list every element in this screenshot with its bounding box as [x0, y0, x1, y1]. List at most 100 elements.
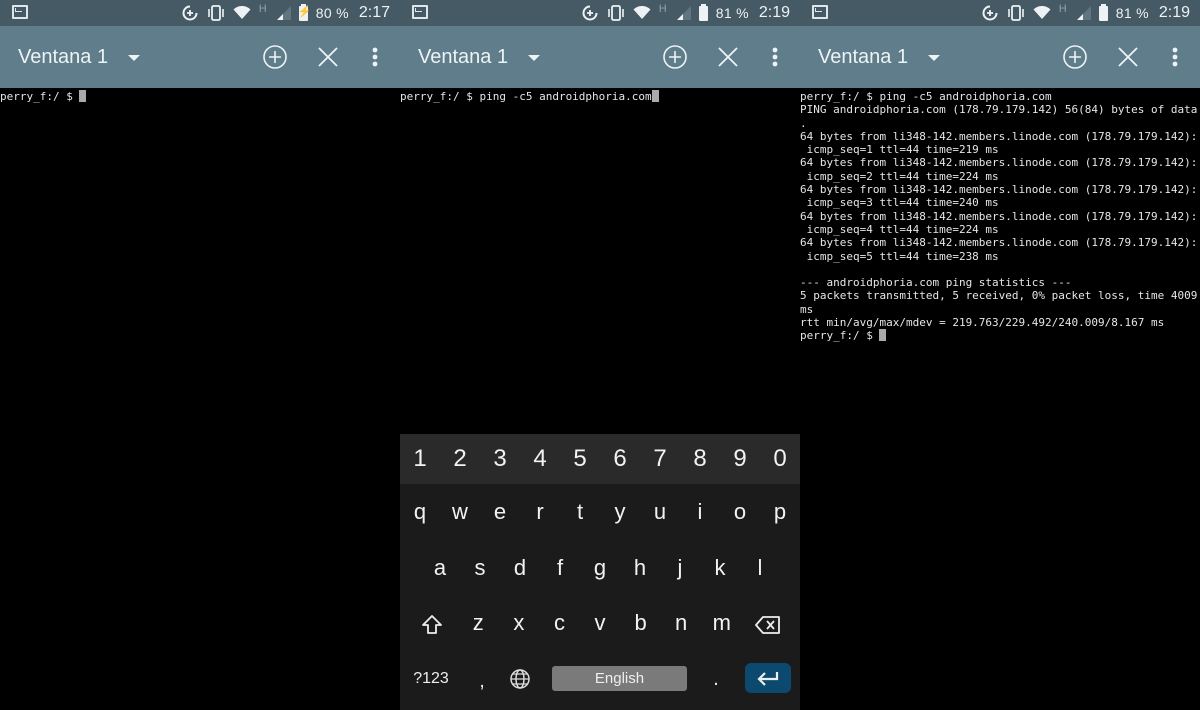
key-m[interactable]: m: [701, 597, 742, 649]
terminal-line-text: 64 bytes from li348-142.members.linode.c…: [800, 236, 1198, 250]
key-c[interactable]: c: [539, 597, 580, 649]
key-g[interactable]: g: [580, 542, 620, 594]
key-b[interactable]: b: [620, 597, 661, 649]
key-d[interactable]: d: [500, 542, 540, 594]
battery-icon: [698, 3, 708, 21]
key-z[interactable]: z: [458, 597, 499, 649]
language-key[interactable]: [506, 664, 534, 694]
key-5[interactable]: 5: [560, 434, 600, 484]
terminal-line-text: 64 bytes from li348-142.members.linode.c…: [800, 209, 1198, 223]
key-e[interactable]: e: [480, 486, 520, 538]
terminal-line: icmp_seq=5 ttl=44 time=238 ms: [800, 250, 1200, 263]
close-icon: [318, 47, 338, 67]
window-title[interactable]: Ventana 1: [818, 46, 908, 69]
terminal-line-text: --- androidphoria.com ping statistics --…: [800, 276, 1072, 290]
terminal-output[interactable]: perry_f:/ $ ping -c5 androidphoria.com PI…: [800, 90, 1200, 343]
terminal-line-text: icmp_seq=3 ttl=44 time=240 ms: [800, 196, 999, 210]
key-7[interactable]: 7: [640, 434, 680, 484]
new-window-button[interactable]: [1062, 44, 1088, 70]
terminal-line: ms: [800, 303, 1200, 316]
window-title[interactable]: Ventana 1: [418, 46, 508, 69]
terminal-line: 64 bytes from li348-142.members.linode.c…: [800, 183, 1200, 196]
terminal-line: perry_f:/ $: [0, 90, 400, 103]
close-window-button[interactable]: [315, 44, 341, 70]
terminal-output[interactable]: perry_f:/ $ ping -c5 androidphoria.com: [400, 90, 800, 103]
close-window-button[interactable]: [715, 44, 741, 70]
terminal-line: icmp_seq=1 ttl=44 time=219 ms: [800, 143, 1200, 156]
key-n[interactable]: n: [661, 597, 702, 649]
data-saver-icon: [181, 4, 199, 22]
vibrate-icon: [1007, 4, 1025, 22]
symbols-key[interactable]: ?123: [406, 664, 456, 694]
battery-percentage: 81 %: [1115, 5, 1149, 21]
network-type-label: H: [258, 3, 267, 15]
new-window-button[interactable]: [262, 44, 288, 70]
key-a[interactable]: a: [420, 542, 460, 594]
more-vert-icon: [772, 47, 778, 67]
terminal-line-text: perry_f:/ $ ping -c5 androidphoria.com: [400, 90, 652, 103]
data-saver-icon: [981, 4, 999, 22]
shift-key[interactable]: [414, 610, 450, 640]
terminal-line: perry_f:/ $: [800, 329, 1200, 342]
key-s[interactable]: s: [460, 542, 500, 594]
enter-key[interactable]: [745, 663, 791, 693]
window-dropdown-icon[interactable]: [128, 55, 140, 61]
terminal-line: .: [800, 117, 1200, 130]
space-bar[interactable]: English: [552, 666, 687, 691]
terminal-line: perry_f:/ $ ping -c5 androidphoria.com: [800, 90, 1200, 103]
terminal-line: icmp_seq=2 ttl=44 time=224 ms: [800, 170, 1200, 183]
key-4[interactable]: 4: [520, 434, 560, 484]
window-title[interactable]: Ventana 1: [18, 46, 108, 69]
key-u[interactable]: u: [640, 486, 680, 538]
status-bar: H 80 % 2:17: [0, 0, 400, 26]
key-2[interactable]: 2: [440, 434, 480, 484]
key-j[interactable]: j: [660, 542, 700, 594]
terminal-line: 64 bytes from li348-142.members.linode.c…: [800, 156, 1200, 169]
more-options-button[interactable]: [1162, 44, 1188, 70]
key-8[interactable]: 8: [680, 434, 720, 484]
key-q[interactable]: q: [400, 486, 440, 538]
key-r[interactable]: r: [520, 486, 560, 538]
more-options-button[interactable]: [762, 44, 788, 70]
key-w[interactable]: w: [440, 486, 480, 538]
key-o[interactable]: o: [720, 486, 760, 538]
key-y[interactable]: y: [600, 486, 640, 538]
key-x[interactable]: x: [499, 597, 540, 649]
enter-icon: [757, 672, 779, 686]
period-key[interactable]: .: [706, 664, 726, 694]
backspace-icon: [755, 616, 780, 634]
clock: 2:19: [758, 4, 790, 21]
more-vert-icon: [372, 47, 378, 67]
comma-key[interactable]: ,: [470, 666, 494, 696]
more-options-button[interactable]: [362, 44, 388, 70]
key-f[interactable]: f: [540, 542, 580, 594]
terminal-line-text: 64 bytes from li348-142.members.linode.c…: [800, 156, 1198, 170]
key-h[interactable]: h: [620, 542, 660, 594]
key-v[interactable]: v: [580, 597, 621, 649]
terminal-line-text: PING androidphoria.com (178.79.179.142) …: [800, 103, 1198, 117]
key-6[interactable]: 6: [600, 434, 640, 484]
key-3[interactable]: 3: [480, 434, 520, 484]
backspace-key[interactable]: [748, 610, 788, 640]
terminal-line-text: icmp_seq=4 ttl=44 time=224 ms: [800, 222, 999, 236]
window-dropdown-icon[interactable]: [528, 55, 540, 61]
key-l[interactable]: l: [740, 542, 780, 594]
key-k[interactable]: k: [700, 542, 740, 594]
key-1[interactable]: 1: [400, 434, 440, 484]
key-0[interactable]: 0: [760, 434, 800, 484]
key-p[interactable]: p: [760, 486, 800, 538]
window-dropdown-icon[interactable]: [928, 55, 940, 61]
terminal-output[interactable]: perry_f:/ $: [0, 90, 400, 103]
add-circle-icon: [263, 45, 287, 69]
key-t[interactable]: t: [560, 486, 600, 538]
more-vert-icon: [1172, 47, 1178, 67]
key-9[interactable]: 9: [720, 434, 760, 484]
app-toolbar: Ventana 1: [0, 26, 400, 88]
status-bar: H 81 % 2:19: [800, 0, 1200, 26]
keyboard-row: qwertyuiop: [400, 486, 800, 538]
new-window-button[interactable]: [662, 44, 688, 70]
close-window-button[interactable]: [1115, 44, 1141, 70]
battery-icon: [298, 3, 311, 21]
key-i[interactable]: i: [680, 486, 720, 538]
